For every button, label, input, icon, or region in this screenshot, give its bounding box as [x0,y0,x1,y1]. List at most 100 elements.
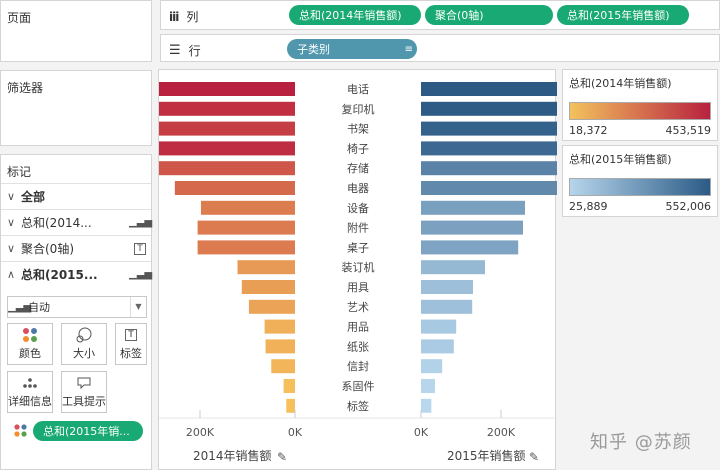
legend-2015-max: 552,006 [665,200,712,213]
label-card[interactable]: T 标签 [115,323,147,365]
bar-2014 [248,299,295,314]
filters-title: 筛选器 [7,81,44,95]
row-pill-label: 子类别 [297,43,330,56]
bar-chart-icon: ▁▃▅ [129,269,153,280]
row-pill-subcategory[interactable]: 子类别 ≡ [287,39,417,59]
detail-card-label: 详细信息 [8,395,52,408]
column-pill-sum2014[interactable]: 总和(2014年销售额) [289,5,421,25]
bar-2014 [286,398,295,413]
color-card[interactable]: 颜色 [7,323,53,365]
tick-label-left: 0K [288,426,303,439]
rows-icon: ☰ [169,43,181,58]
legend-2015-gradient [569,178,711,196]
category-label: 电话 [347,83,369,96]
bar-2014 [152,161,295,176]
x-axis-label-right: 2015年销售额 [447,448,526,463]
legend-2015-title: 总和(2015年销售额) [569,153,672,166]
mark-type-select[interactable]: ▁▃▅ 自动 ▼ [7,296,147,318]
bar-2014 [174,181,295,195]
color-dots-icon [22,325,38,345]
size-card[interactable]: 大小 [61,323,107,365]
category-label: 电器 [347,182,369,195]
bar-2014 [265,339,295,354]
category-label: 艺术 [347,301,369,314]
tooltip-icon [76,373,92,393]
bar-2015 [421,398,432,413]
bar-2015 [421,200,525,215]
category-label: 用品 [347,321,369,334]
label-card-label: 标签 [120,347,142,360]
rows-label-text: 行 [188,44,201,58]
legend-2014-title: 总和(2014年销售额) [569,77,672,90]
marks-row-label: 总和(2015... [21,268,98,282]
category-label: 纸张 [347,340,369,353]
filters-panel: 筛选器 [0,70,152,146]
color-dots-icon [13,423,27,440]
legend-2014: 总和(2014年销售额) 18,372 453,519 [562,69,718,141]
marks-row-label: 聚合(0轴) [21,242,74,256]
chevron-up-icon: ∧ [6,268,16,281]
legend-2015: 总和(2015年销售额) 25,889 552,006 [562,145,718,217]
columns-shelf: iii 列 总和(2014年销售额) 聚合(0轴) 总和(2015年销售额) [160,0,720,30]
bar-2014 [283,379,295,393]
bar-2015 [421,240,519,255]
columns-shelf-label: iii 列 [169,8,198,25]
chevron-down-icon: ∨ [6,242,16,255]
marks-title: 标记 [7,165,32,179]
marks-row-sum2014[interactable]: ∨ 总和(2014... ▁▃▅ [1,209,153,235]
category-label: 复印机 [342,102,375,116]
marks-row-label: 全部 [21,190,46,204]
color-card-label: 颜色 [19,347,41,360]
pin-icon: ✎ [277,450,287,464]
funnel-chart: 电话复印机书架椅子存储电器设备附件桌子装订机用具艺术用品纸张信封系固件标签400… [82,82,642,464]
columns-label-text: 列 [186,10,199,24]
marks-row-label: 总和(2014... [21,216,92,230]
bar-2015 [421,141,618,156]
chevron-down-icon: ▼ [130,297,146,317]
rows-shelf-label: ☰ 行 [169,42,201,59]
tooltip-card[interactable]: 工具提示 [61,371,107,413]
category-label: 标签 [347,399,369,413]
bar-2014 [120,121,295,136]
size-card-label: 大小 [73,347,95,360]
chevron-down-icon: ∨ [6,190,16,203]
bar-2015 [421,161,574,176]
bar-2015 [421,379,435,393]
detail-dots-icon [22,373,38,393]
bar-2014 [197,220,295,235]
bar-2014 [264,319,295,334]
mark-type-value: 自动 [28,301,50,314]
legend-2015-min: 25,889 [569,200,608,213]
color-field-pill[interactable]: 总和(2015年销... [33,421,143,441]
pages-title: 页面 [7,11,32,25]
marks-row-all[interactable]: ∨ 全部 [1,183,151,209]
bar-2014 [271,359,295,374]
bar-2014 [200,200,295,215]
bar-2014 [104,101,295,116]
bar-2015 [421,82,642,96]
bar-2015 [421,260,485,275]
bar-2015 [421,319,457,334]
text-mark-icon: T [129,242,151,255]
bar-chart-icon: ▁▃▅ [8,301,32,313]
bar-chart-icon: ▁▃▅ [129,217,153,228]
column-pill-axis0[interactable]: 聚合(0轴) [425,5,553,25]
category-label: 用具 [347,281,369,294]
columns-icon: iii [169,9,179,24]
category-label: 存储 [347,161,369,175]
pages-panel: 页面 [0,0,152,62]
marks-row-axis0[interactable]: ∨ 聚合(0轴) T [1,235,151,261]
tick-label-right: 200K [487,426,516,439]
bar-2015 [421,299,473,314]
marks-row-sum2015[interactable]: ∧ 总和(2015... ▁▃▅ [1,261,153,287]
size-circles-icon [76,325,92,345]
bar-2015 [421,121,629,136]
bar-2015 [421,339,454,354]
category-label: 信封 [347,359,369,373]
bar-2015 [421,359,443,374]
x-axis-label-left: 2014年销售额 [193,448,272,463]
watermark: 知乎 @苏颜 [590,432,692,453]
column-pill-sum2015[interactable]: 总和(2015年销售额) [557,5,689,25]
chevron-down-icon: ∨ [6,216,16,229]
detail-card[interactable]: 详细信息 [7,371,53,413]
